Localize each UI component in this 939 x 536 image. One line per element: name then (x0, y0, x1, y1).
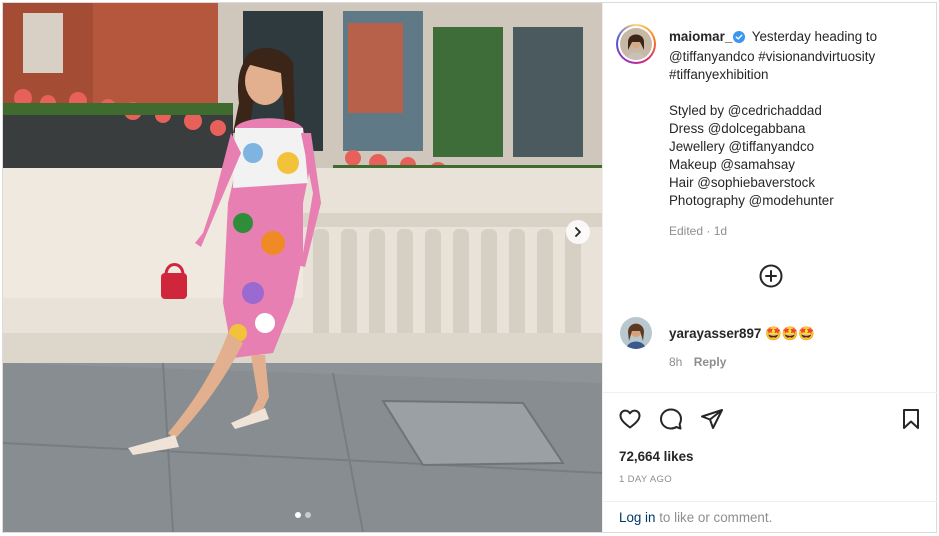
commenter-avatar[interactable] (620, 317, 652, 349)
chevron-right-icon (575, 227, 581, 237)
load-more-comments-button[interactable] (758, 263, 784, 289)
credit-line: Makeup @samahsay (669, 157, 795, 172)
bookmark-icon (903, 409, 919, 429)
author-avatar-image (620, 28, 652, 60)
comment-meta: 8h Reply (669, 355, 726, 369)
caption-text-line: Yesterday heading to (751, 29, 878, 44)
heart-icon (619, 409, 641, 429)
post-time-ago: 1 DAY AGO (619, 474, 673, 485)
caption-edited-time: Edited · 1d (669, 224, 728, 238)
post-image (3, 3, 602, 532)
credit-line: Dress @dolcegabbana (669, 121, 806, 136)
comment-bubble-icon (660, 408, 682, 430)
post-photo[interactable] (3, 3, 602, 532)
comment-age: 8h (669, 355, 683, 369)
caption-text-line: #tiffanyexhibition (669, 67, 769, 82)
paper-plane-icon (701, 409, 723, 429)
carousel-dot-active (295, 512, 301, 518)
comment-button[interactable] (658, 406, 684, 432)
post-details-panel: maiomar_ Yesterday heading to @tiffanyan… (602, 3, 937, 532)
login-prompt: Log in to like or comment. (603, 501, 937, 532)
credit-line: Hair @sophiebaverstock (669, 175, 816, 190)
share-button[interactable] (699, 406, 725, 432)
author-username[interactable]: maiomar_ (669, 29, 732, 44)
credit-line: Photography @modehunter (669, 193, 834, 208)
plus-circle-icon (759, 264, 783, 288)
commenter-username[interactable]: yarayasser897 (669, 326, 761, 341)
login-prompt-text: to like or comment. (655, 510, 773, 525)
divider (603, 392, 937, 393)
save-button[interactable] (898, 406, 924, 432)
comment-body: yarayasser897 🤩🤩🤩 (669, 326, 815, 342)
comment-item: yarayasser897 🤩🤩🤩 8h Reply (603, 311, 937, 391)
carousel-dot (305, 512, 311, 518)
likes-count[interactable]: 72,664 likes (619, 449, 693, 464)
verified-badge-icon (733, 30, 746, 48)
like-button[interactable] (617, 406, 643, 432)
carousel-indicator (295, 512, 311, 518)
caption-text-line: @tiffanyandco #visionandvirtuosity (669, 49, 876, 64)
post-caption: maiomar_ Yesterday heading to @tiffanyan… (669, 28, 909, 210)
credit-line: Jewellery @tiffanyandco (669, 139, 815, 154)
instagram-post-embed: maiomar_ Yesterday heading to @tiffanyan… (2, 2, 937, 533)
caption-section: maiomar_ Yesterday heading to @tiffanyan… (603, 3, 937, 311)
comment-text: 🤩🤩🤩 (765, 326, 816, 341)
login-link[interactable]: Log in (619, 510, 655, 525)
credit-line: Styled by @cedrichaddad (669, 103, 822, 118)
carousel-next-button[interactable] (566, 220, 590, 244)
author-avatar[interactable] (616, 24, 656, 64)
post-actions-bar (603, 401, 937, 441)
commenter-avatar-image (620, 317, 652, 349)
reply-button[interactable]: Reply (694, 355, 727, 369)
